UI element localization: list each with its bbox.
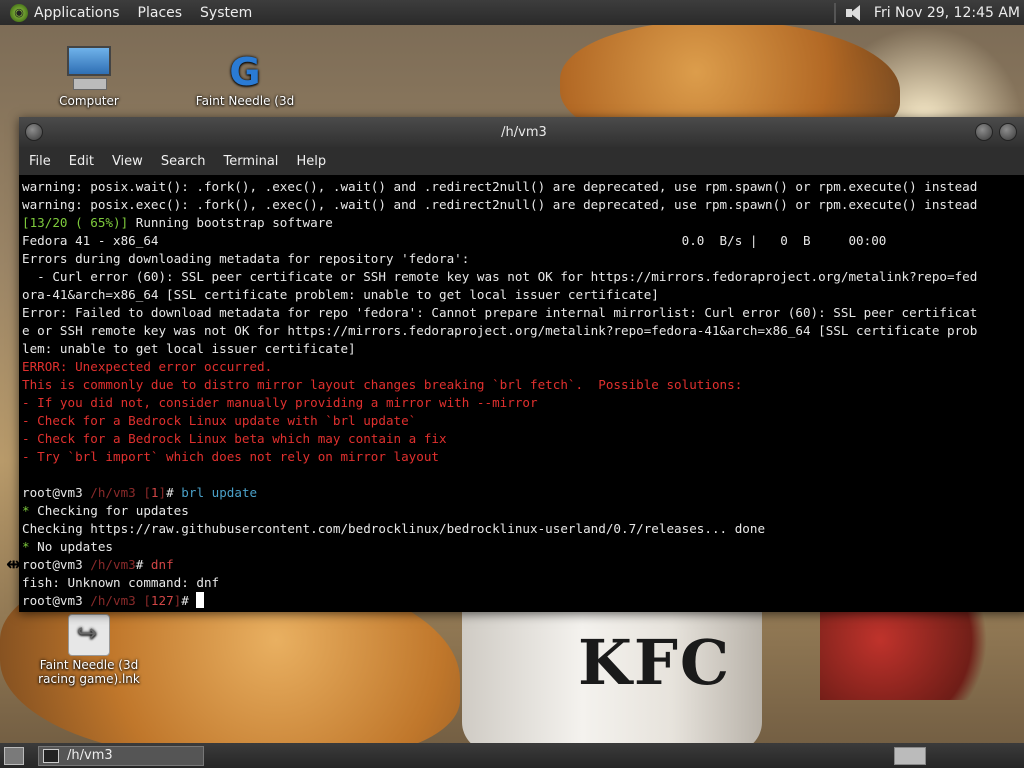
terminal-line: [13/20 ( 65%)] Running bootstrap softwar… <box>22 215 333 230</box>
workspace-switcher[interactable] <box>894 746 926 765</box>
terminal-line: root@vm3 /h/vm3 [1]# brl update <box>22 485 258 500</box>
terminal-line: Checking https://raw.githubusercontent.c… <box>22 521 766 536</box>
terminal-line: fish: Unknown command: dnf <box>22 575 220 590</box>
desktop-icon-label: Faint Needle (3d <box>195 94 295 108</box>
bottom-panel: /h/vm3 <box>0 743 1024 768</box>
g-app-icon: G <box>229 50 261 94</box>
terminal-line: ERROR: Unexpected error occurred. <box>22 359 273 374</box>
terminal-line: * No updates <box>22 539 113 554</box>
terminal-menubar: File Edit View Search Terminal Help <box>19 147 1024 175</box>
terminal-line: warning: posix.wait(): .fork(), .exec(),… <box>22 179 978 194</box>
window-title: /h/vm3 <box>501 124 547 140</box>
terminal-line: - Check for a Bedrock Linux beta which m… <box>22 431 447 446</box>
terminal-icon <box>43 748 59 763</box>
resize-cursor-icon: ⇹ <box>6 554 22 575</box>
terminal-line: - Curl error (60): SSL peer certificate … <box>22 269 978 284</box>
menu-terminal[interactable]: Terminal <box>223 154 278 169</box>
shortcut-icon <box>68 614 110 656</box>
menu-file[interactable]: File <box>29 154 51 169</box>
terminal-line: Errors during downloading metadata for r… <box>22 251 470 266</box>
terminal-line: Fedora 41 - x86_64 0.0 B/s | 0 B 00:00 <box>22 233 887 248</box>
terminal-output[interactable]: warning: posix.wait(): .fork(), .exec(),… <box>19 175 1024 612</box>
desktop-icon-faint-needle-lnk[interactable]: Faint Needle (3d racing game).lnk <box>34 614 144 686</box>
desktop-icon-computer[interactable]: Computer <box>34 46 144 108</box>
distro-logo-icon[interactable]: ◉ <box>10 3 28 22</box>
terminal-window[interactable]: /h/vm3 File Edit View Search Terminal He… <box>19 117 1024 612</box>
terminal-line: e or SSH remote key was not OK for https… <box>22 323 978 338</box>
menu-places[interactable]: Places <box>138 5 183 21</box>
terminal-line: - If you did not, consider manually prov… <box>22 395 538 410</box>
window-menu-icon[interactable] <box>25 123 43 141</box>
show-desktop-icon[interactable] <box>4 746 24 765</box>
computer-icon <box>65 46 113 92</box>
menu-applications[interactable]: Applications <box>34 5 120 21</box>
kfc-logo-text: KFC <box>578 626 732 699</box>
terminal-line: lem: unable to get local issuer certific… <box>22 341 356 356</box>
maximize-icon[interactable] <box>999 123 1017 141</box>
terminal-line: ora-41&arch=x86_64 [SSL certificate prob… <box>22 287 659 302</box>
terminal-line: - Check for a Bedrock Linux update with … <box>22 413 417 428</box>
desktop-icon-label: Computer <box>59 94 119 108</box>
menu-search[interactable]: Search <box>161 154 206 169</box>
terminal-line: root@vm3 /h/vm3# dnf <box>22 557 174 572</box>
desktop-icon-faint-needle[interactable]: G Faint Needle (3d <box>190 52 300 108</box>
taskbar-item-label: /h/vm3 <box>67 748 113 763</box>
terminal-line: - Try `brl import` which does not rely o… <box>22 449 440 464</box>
terminal-line: root@vm3 /h/vm3 [127]# <box>22 592 1024 610</box>
clock[interactable]: Fri Nov 29, 12:45 AM <box>874 5 1020 21</box>
terminal-line: warning: posix.exec(): .fork(), .exec(),… <box>22 197 978 212</box>
volume-icon[interactable] <box>844 4 864 22</box>
desktop-icon-label: Faint Needle (3d racing game).lnk <box>38 658 140 686</box>
terminal-line: Error: Failed to download metadata for r… <box>22 305 978 320</box>
text-cursor <box>196 592 205 608</box>
menu-system[interactable]: System <box>200 5 252 21</box>
top-panel: ◉ Applications Places System Fri Nov 29,… <box>0 0 1024 25</box>
terminal-line: * Checking for updates <box>22 503 189 518</box>
window-titlebar[interactable]: /h/vm3 <box>19 117 1024 147</box>
menu-view[interactable]: View <box>112 154 143 169</box>
taskbar-item-terminal[interactable]: /h/vm3 <box>38 745 204 766</box>
minimize-icon[interactable] <box>975 123 993 141</box>
terminal-line: This is commonly due to distro mirror la… <box>22 377 743 392</box>
menu-help[interactable]: Help <box>296 154 326 169</box>
menu-edit[interactable]: Edit <box>69 154 94 169</box>
